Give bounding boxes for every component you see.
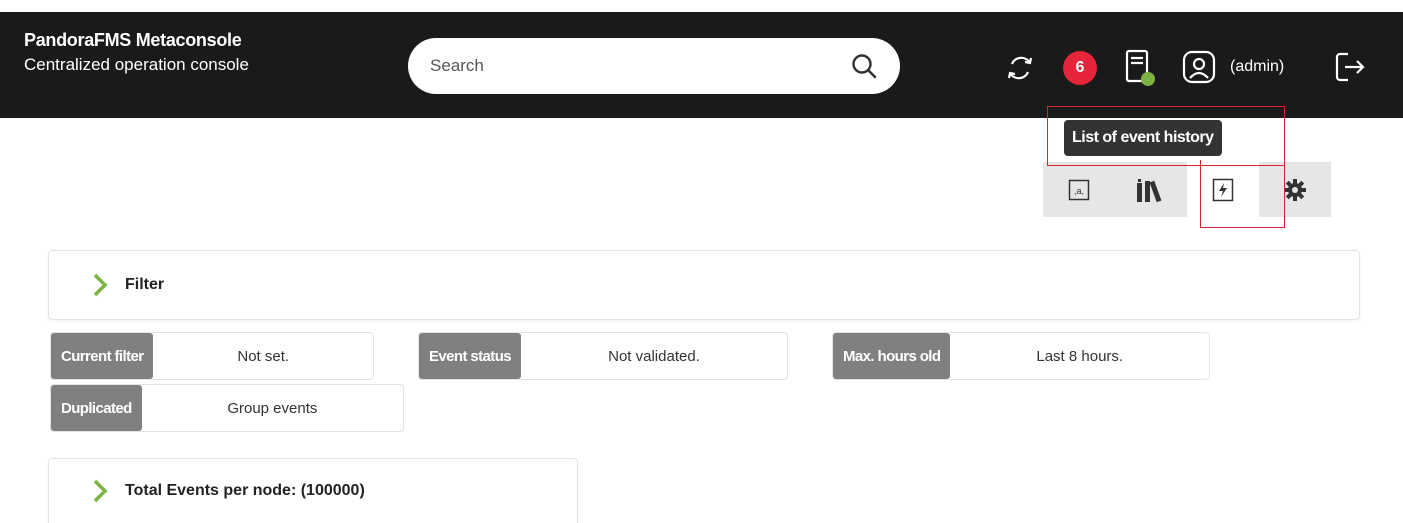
chip-value: Last 8 hours. <box>1036 347 1124 365</box>
library-books-icon <box>1137 178 1162 202</box>
app-subtitle: Centralized operation console <box>24 55 249 74</box>
total-events-label[interactable]: Total Events per node: (100000) <box>125 482 365 500</box>
app-title: PandoraFMS Metaconsole <box>24 30 242 50</box>
tab-text-view[interactable]: ,a, <box>1043 162 1115 217</box>
chip-key: Current filter <box>51 333 154 379</box>
text-view-icon: ,a, <box>1068 179 1090 200</box>
svg-text:,a,: ,a, <box>1074 186 1084 196</box>
filter-label[interactable]: Filter <box>125 276 164 294</box>
brand[interactable]: PandoraFMS Metaconsole Centralized opera… <box>24 30 249 75</box>
user-label[interactable]: (admin) <box>1230 58 1284 76</box>
notification-badge[interactable]: 6 <box>1063 51 1097 85</box>
search-input[interactable]: Search <box>430 56 484 76</box>
chip-value: Not validated. <box>608 347 700 365</box>
chevron-right-icon[interactable] <box>89 478 111 504</box>
chip-value: Not set. <box>237 347 290 365</box>
view-tabs: ,a, <box>1043 162 1331 217</box>
filter-chip-duplicated: Duplicated Group events <box>50 384 404 432</box>
gear-icon <box>1284 178 1306 201</box>
filter-panel[interactable]: Filter <box>48 250 1360 320</box>
chip-key: Max. hours old <box>833 333 951 379</box>
chevron-right-icon[interactable] <box>89 272 111 298</box>
tooltip-highlight <box>1047 106 1285 166</box>
filter-chip-current-filter: Current filter Not set. <box>50 332 374 380</box>
refresh-icon[interactable] <box>1003 48 1037 88</box>
chip-key: Event status <box>419 333 521 379</box>
search-icon[interactable] <box>850 52 878 80</box>
server-status-icon[interactable] <box>1122 48 1166 88</box>
tab-library[interactable] <box>1115 162 1187 217</box>
filter-chip-max-hours: Max. hours old Last 8 hours. <box>832 332 1210 380</box>
logout-icon[interactable] <box>1332 48 1368 88</box>
tab-highlight <box>1200 160 1285 228</box>
filter-chip-event-status: Event status Not validated. <box>418 332 788 380</box>
total-events-panel[interactable]: Total Events per node: (100000) <box>48 458 578 523</box>
search-box[interactable]: Search <box>408 38 900 94</box>
chip-key: Duplicated <box>51 385 142 431</box>
user-icon[interactable] <box>1181 48 1221 88</box>
chip-value: Group events <box>227 399 318 417</box>
